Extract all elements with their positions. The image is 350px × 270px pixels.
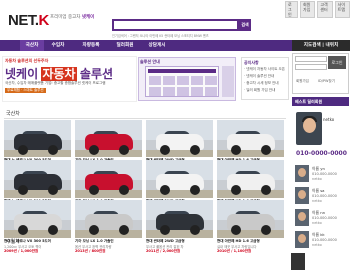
banner-cta[interactable]: 무료체험 · 스마트 솔루션 bbox=[5, 88, 46, 93]
car-price: 2009년 / 1,000만원 bbox=[4, 249, 39, 253]
notice-item[interactable]: · 넷케이 자동차 사이트 오픈 bbox=[244, 67, 289, 72]
dealer-photo-partial[interactable] bbox=[291, 253, 305, 270]
dealer-profile-name: netko bbox=[323, 117, 335, 122]
top-link-join[interactable]: 회원가입 bbox=[300, 1, 316, 18]
car-photo[interactable] bbox=[75, 160, 142, 198]
banner-desc: 국산차, 수입차 매매플랫폼 기업! 중고할 종합솔루션 넷케이 프로그램 bbox=[5, 81, 106, 85]
dealer-phone: 010-0000-0000 bbox=[296, 150, 347, 157]
car-photo[interactable] bbox=[4, 120, 71, 157]
site-logo[interactable]: NET.K bbox=[8, 12, 49, 29]
car-photo[interactable] bbox=[146, 160, 213, 198]
logo-text: NET. bbox=[8, 12, 39, 29]
dealer-tel: 010-000-0000 bbox=[312, 172, 337, 176]
banner-title-c: 솔루션 bbox=[76, 67, 114, 81]
notice-item[interactable]: · 딜러 회원 가입 안내 bbox=[244, 88, 289, 93]
dealer-id: netko bbox=[312, 199, 322, 203]
section-title: 국산차 bbox=[6, 111, 20, 117]
login-password-field[interactable] bbox=[295, 64, 327, 70]
tagline-text: 프리미엄 중고차 bbox=[50, 15, 82, 20]
banner-title-b: 자동차 bbox=[41, 67, 77, 81]
nav-register[interactable]: 차량등록 bbox=[76, 40, 106, 51]
join-link[interactable]: 회원가입 bbox=[296, 79, 309, 84]
banner-title: 넷케이 자동차 솔루션 bbox=[5, 65, 113, 82]
dealer-photo bbox=[295, 165, 309, 182]
car-photo[interactable] bbox=[146, 120, 213, 157]
top-link-login[interactable]: 로그인 bbox=[285, 1, 298, 18]
notice-item[interactable]: · 넷케이 솔루션 안내 bbox=[244, 74, 289, 79]
search-input[interactable] bbox=[112, 19, 239, 31]
login-id-field[interactable] bbox=[295, 56, 327, 62]
nav-import[interactable]: 수입차 bbox=[46, 40, 70, 51]
tagline: 프리미엄 중고차 넷케이 bbox=[50, 14, 94, 20]
car-price: 2010년 / 1,100만원 bbox=[217, 249, 252, 253]
dealer-id: netko bbox=[312, 177, 322, 181]
best-dealer-title: 베스트 딜러회원 bbox=[292, 97, 349, 106]
find-id-link[interactable]: ID/PW찾기 bbox=[318, 79, 335, 84]
solution-side-panel bbox=[222, 66, 234, 97]
banner-subtitle: 자동차 솔루션의 선두주자 bbox=[5, 58, 49, 63]
notice-title[interactable]: 공지사항 bbox=[244, 60, 259, 66]
car-price: 2011년 / 2,000만원 bbox=[146, 249, 181, 253]
dealer-photo bbox=[295, 187, 309, 204]
car-photo[interactable] bbox=[146, 200, 213, 238]
dealer-tel: 010-000-0000 bbox=[312, 238, 337, 242]
car-photo[interactable] bbox=[217, 120, 284, 157]
notice-item[interactable]: · 중고차 시세 정보 안내 bbox=[244, 81, 289, 86]
search-button[interactable]: 검색 bbox=[239, 19, 251, 31]
top-link-help[interactable]: 고객센터 bbox=[317, 1, 333, 18]
dealer-item[interactable]: 이름 nn 010-000-0000 netko bbox=[294, 207, 348, 231]
dealer-item[interactable]: 이름 kk 010-000-0000 netko bbox=[294, 229, 348, 253]
nav-domestic[interactable]: 국산차 bbox=[20, 40, 44, 51]
nav-consult[interactable]: 상담게시 bbox=[142, 40, 172, 51]
dealer-photo bbox=[295, 209, 309, 226]
dealer-item[interactable]: 이름 sa 010-000-0000 netko bbox=[294, 185, 348, 209]
login-button[interactable]: 로그인 bbox=[328, 56, 346, 69]
nav-dealer[interactable]: 딜러회원 bbox=[110, 40, 140, 51]
solution-screenshot bbox=[145, 66, 219, 97]
nav-map-search[interactable]: 지도검색 | 내위치 bbox=[292, 40, 350, 51]
solution-banner-title: 솔루션 안내 bbox=[140, 59, 160, 64]
top-link-sitemap[interactable]: 사이트맵 bbox=[334, 1, 350, 18]
section-title-import: 수입차 bbox=[6, 239, 20, 245]
top-bar: 로그인 회원가입 고객센터 사이트맵 bbox=[0, 0, 350, 18]
section-divider bbox=[4, 118, 286, 119]
car-photo[interactable] bbox=[217, 160, 284, 198]
dealer-tel: 010-000-0000 bbox=[312, 216, 337, 220]
dealer-id: netko bbox=[312, 221, 322, 225]
logo-accent: K bbox=[38, 12, 50, 29]
dealer-id: netko bbox=[312, 243, 322, 247]
car-photo[interactable] bbox=[217, 200, 284, 238]
dealer-tel: 010-000-0000 bbox=[312, 194, 337, 198]
search-keywords[interactable]: 인기검색어 : 그랜저 쏘나타 아반떼 K5 싼타페 모닝 스포티지 BMW 벤… bbox=[112, 33, 250, 38]
car-photo[interactable] bbox=[75, 200, 142, 238]
car-photo[interactable] bbox=[75, 120, 142, 157]
car-photo[interactable] bbox=[4, 160, 71, 198]
dealer-photo bbox=[295, 231, 309, 248]
banner-title-a: 넷케이 bbox=[5, 67, 42, 81]
dealer-item[interactable]: 이름 yn 010-000-0000 netko bbox=[294, 163, 348, 187]
car-price: 2013년 / 800만원 bbox=[75, 249, 106, 253]
tagline-highlight: 넷케이 bbox=[81, 15, 95, 20]
car-photo[interactable] bbox=[4, 200, 71, 238]
dealer-profile-photo[interactable] bbox=[296, 112, 322, 145]
